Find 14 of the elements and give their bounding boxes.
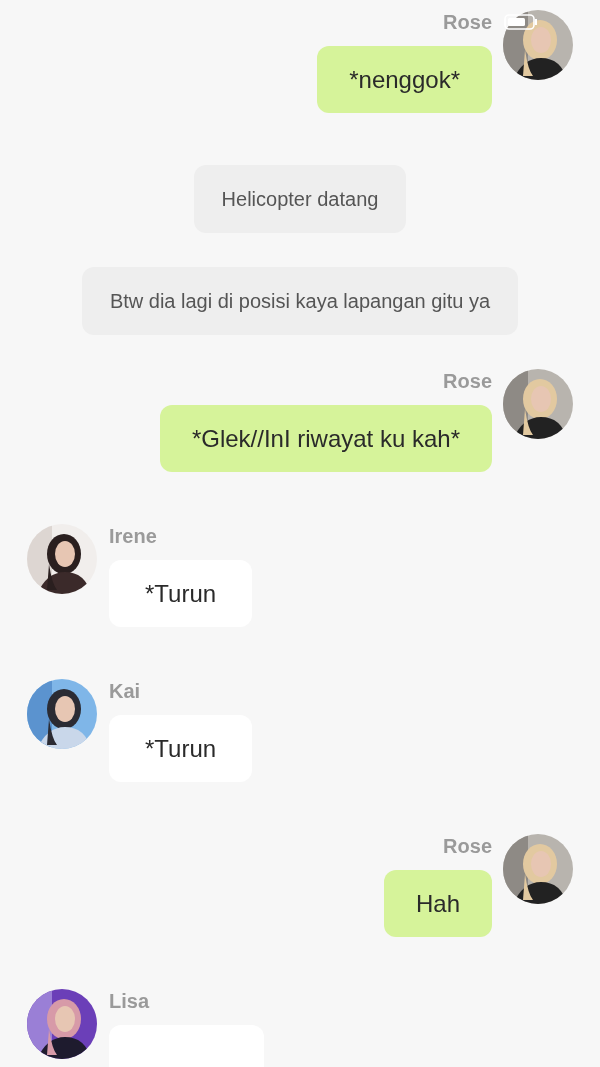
message-bubble: Hah (383, 870, 492, 937)
message-bubble: *Turun (109, 560, 253, 627)
sender-name: Rose (443, 10, 492, 34)
sender-name: Rose (443, 834, 492, 858)
sender-name: Lisa (109, 989, 150, 1013)
message-bubble: *Glek//InI riwayat ku kah* (159, 405, 492, 472)
sender-name: Rose (443, 369, 492, 393)
system-message: Btw dia lagi di posisi kaya lapangan gitu ya (81, 267, 519, 335)
sender-name: Irene (109, 524, 157, 548)
battery-icon (504, 13, 538, 31)
system-message: Helicopter datang (193, 165, 407, 233)
message-bubble: *nenggok* (317, 46, 492, 113)
message-bubble: *Turun (109, 715, 253, 782)
sender-name: Kai (109, 679, 141, 703)
